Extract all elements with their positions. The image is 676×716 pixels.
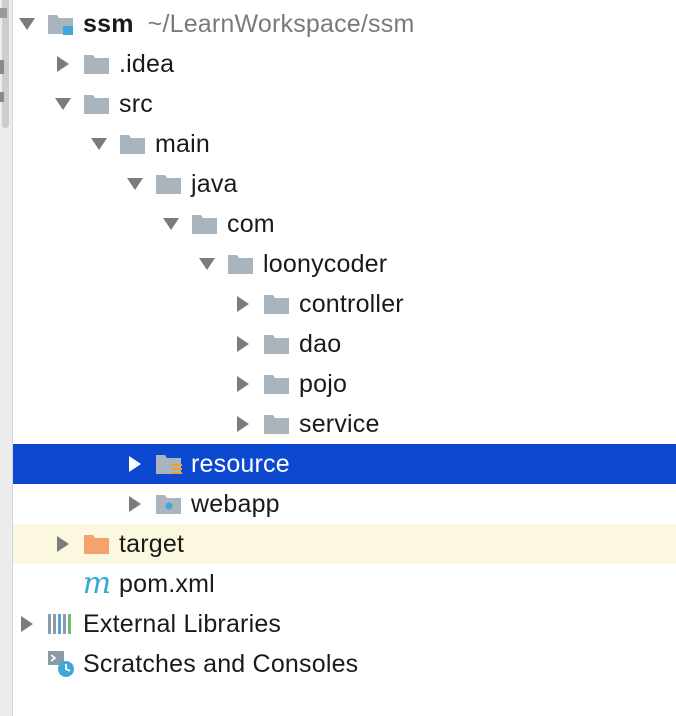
tree-node-label: Scratches and Consoles [83, 649, 359, 678]
expand-arrow-down-icon[interactable] [19, 16, 35, 32]
tree-node-pojo[interactable]: pojo [13, 364, 676, 404]
expand-arrow-right-icon[interactable] [235, 296, 251, 312]
module-folder-icon [47, 12, 75, 36]
expand-arrow-down-icon[interactable] [163, 216, 179, 232]
expand-arrow-right-icon[interactable] [235, 416, 251, 432]
expand-arrow-right-icon[interactable] [127, 496, 143, 512]
expand-arrow-right-icon[interactable] [127, 456, 143, 472]
folder-icon [83, 52, 111, 76]
expand-arrow-right-icon[interactable] [19, 616, 35, 632]
maven-file-icon: m [82, 566, 112, 601]
scratches-icon [47, 651, 75, 677]
libraries-icon [47, 612, 75, 636]
tree-node-service[interactable]: service [13, 404, 676, 444]
project-path: ~/LearnWorkspace/ssm [147, 9, 415, 38]
expand-arrow-right-icon[interactable] [55, 56, 71, 72]
tree-node-label: External Libraries [83, 609, 282, 638]
tree-node-label: java [191, 169, 238, 198]
folder-icon [119, 132, 147, 156]
web-folder-icon [155, 492, 183, 516]
expand-arrow-down-icon[interactable] [127, 176, 143, 192]
tree-node-idea[interactable]: .idea [13, 44, 676, 84]
resources-folder-icon [155, 452, 183, 476]
tree-node-label: dao [299, 329, 342, 358]
tree-node-label: service [299, 409, 380, 438]
folder-icon [83, 92, 111, 116]
folder-icon [191, 212, 219, 236]
tree-node-label: .idea [119, 49, 175, 78]
folder-icon [263, 292, 291, 316]
tree-node-label: pom.xml [119, 569, 215, 598]
expand-arrow-down-icon[interactable] [91, 136, 107, 152]
folder-icon [227, 252, 255, 276]
tree-node-scratches-and-consoles[interactable]: Scratches and Consoles [13, 644, 676, 684]
gutter-marker [0, 60, 4, 74]
excluded-folder-icon [83, 532, 111, 556]
left-gutter [0, 0, 13, 716]
tree-node-label: controller [299, 289, 404, 318]
tree-node-label: webapp [191, 489, 280, 518]
folder-icon [263, 332, 291, 356]
tree-node-dao[interactable]: dao [13, 324, 676, 364]
tree-node-label: target [119, 529, 185, 558]
folder-icon [155, 172, 183, 196]
tree-node-target[interactable]: target [13, 524, 676, 564]
tree-node-src[interactable]: src [13, 84, 676, 124]
gutter-marker [0, 8, 7, 18]
folder-icon [263, 372, 291, 396]
tree-node-loonycoder[interactable]: loonycoder [13, 244, 676, 284]
expand-arrow-right-icon[interactable] [235, 376, 251, 392]
expand-arrow-right-icon[interactable] [55, 536, 71, 552]
tree-node-label: ssm [83, 9, 134, 38]
tree-node-label: loonycoder [263, 249, 388, 278]
tree-node-webapp[interactable]: webapp [13, 484, 676, 524]
tree-node-label: resource [191, 449, 290, 478]
tree-node-controller[interactable]: controller [13, 284, 676, 324]
tree-node-label: src [119, 89, 153, 118]
tree-node-com[interactable]: com [13, 204, 676, 244]
project-tree: ssm ~/LearnWorkspace/ssm .idea src main java c… [13, 4, 676, 684]
gutter-marker [0, 92, 4, 102]
expand-arrow-down-icon[interactable] [55, 96, 71, 112]
expand-arrow-right-icon[interactable] [235, 336, 251, 352]
tree-node-pom-xml[interactable]: m pom.xml [13, 564, 676, 604]
tree-node-external-libraries[interactable]: External Libraries [13, 604, 676, 644]
folder-icon [263, 412, 291, 436]
tree-node-main[interactable]: main [13, 124, 676, 164]
tree-node-label: main [155, 129, 210, 158]
expand-arrow-down-icon[interactable] [199, 256, 215, 272]
tree-node-label: pojo [299, 369, 348, 398]
tree-node-ssm[interactable]: ssm ~/LearnWorkspace/ssm [13, 4, 676, 44]
tree-node-java[interactable]: java [13, 164, 676, 204]
tree-node-label: com [227, 209, 275, 238]
tree-node-resource[interactable]: resource [13, 444, 676, 484]
